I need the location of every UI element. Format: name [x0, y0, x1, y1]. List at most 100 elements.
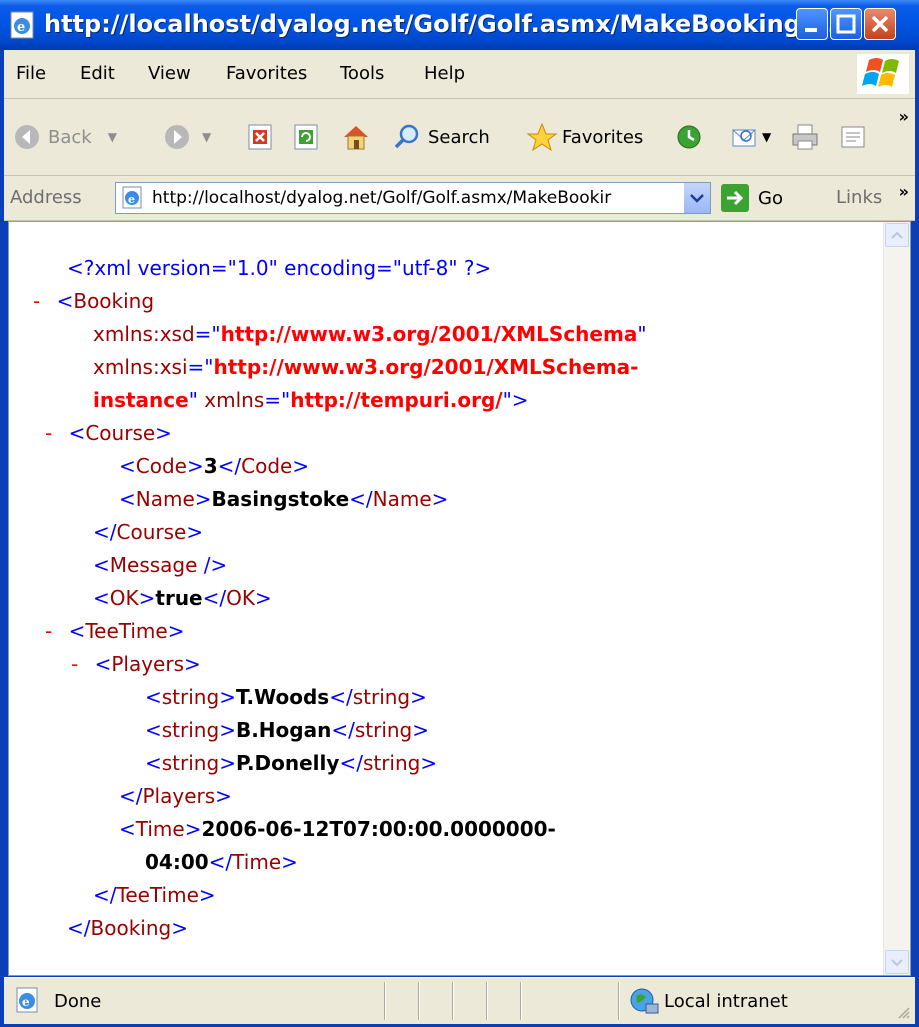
close-icon	[871, 15, 889, 33]
xml-player: <string>B.Hogan</string>	[145, 718, 430, 742]
menu-favorites[interactable]: Favorites	[226, 63, 307, 84]
svg-text:e: e	[22, 995, 30, 1009]
menu-view[interactable]: View	[148, 63, 191, 84]
refresh-button[interactable]	[292, 117, 322, 157]
chevron-down-icon	[690, 194, 704, 203]
favorites-label: Favorites	[562, 126, 644, 148]
chevron-up-icon	[891, 231, 903, 239]
home-button[interactable]	[340, 117, 372, 157]
back-arrow-icon	[15, 125, 39, 149]
xml-player: <string>T.Woods</string>	[145, 685, 427, 709]
maximize-button[interactable]	[830, 8, 862, 40]
go-arrow-icon	[721, 184, 749, 212]
close-button[interactable]	[864, 8, 896, 40]
scroll-up-button[interactable]	[885, 223, 909, 247]
xml-time-cont: 04:00</Time>	[145, 850, 298, 874]
ie-page-icon: e	[16, 987, 38, 1013]
search-icon	[394, 124, 419, 149]
status-separator	[384, 982, 386, 1020]
edit-button[interactable]	[838, 117, 868, 157]
minimize-icon	[805, 28, 817, 32]
menu-file[interactable]: File	[16, 63, 46, 84]
history-button[interactable]	[674, 117, 704, 157]
go-button[interactable]: Go	[720, 182, 783, 214]
star-icon	[526, 122, 558, 152]
print-button[interactable]	[790, 117, 820, 157]
xml-attr-xsd: xmlns:xsd="http://www.w3.org/2001/XMLSch…	[93, 322, 647, 346]
toolbar-overflow-icon[interactable]: »	[899, 107, 909, 126]
xml-booking-open: - <Booking	[33, 289, 155, 313]
title-bar[interactable]: e http://localhost/dyalog.net/Golf/Golf.…	[0, 0, 919, 50]
back-label: Back	[48, 126, 92, 148]
refresh-icon	[294, 124, 318, 150]
xml-course-open: - <Course>	[45, 421, 172, 445]
menu-help[interactable]: Help	[424, 63, 465, 84]
scroll-down-button[interactable]	[885, 950, 909, 974]
ie-page-icon: e	[122, 186, 142, 209]
mail-icon	[732, 129, 756, 147]
collapse-toggle[interactable]: -	[45, 619, 52, 643]
address-dropdown-button[interactable]	[683, 183, 710, 213]
security-zone: Local intranet	[664, 991, 788, 1012]
go-label: Go	[758, 187, 783, 209]
address-value: http://localhost/dyalog.net/Golf/Golf.as…	[152, 188, 612, 208]
svg-text:e: e	[128, 193, 135, 206]
print-icon	[792, 124, 818, 150]
globe-network-icon	[630, 988, 659, 1014]
windows-logo-icon	[857, 54, 909, 94]
stop-button[interactable]	[246, 117, 276, 157]
status-bar: e Done Local intranet	[4, 977, 915, 1024]
status-text: Done	[54, 991, 102, 1012]
xml-booking-close: </Booking>	[67, 916, 188, 940]
stop-icon	[248, 124, 272, 150]
collapse-toggle[interactable]: -	[45, 421, 52, 445]
xml-teetime-close: </TeeTime>	[93, 883, 216, 907]
back-dropdown-icon[interactable]: ▼	[108, 130, 117, 144]
history-icon	[677, 125, 701, 149]
browser-window: e http://localhost/dyalog.net/Golf/Golf.…	[0, 0, 919, 1027]
xml-message: <Message />	[93, 553, 228, 577]
forward-button[interactable]: ▼	[162, 117, 211, 157]
links-overflow-icon[interactable]: »	[899, 182, 909, 201]
links-button[interactable]: Links	[836, 187, 882, 208]
svg-text:e: e	[17, 20, 25, 35]
address-input[interactable]: e http://localhost/dyalog.net/Golf/Golf.…	[115, 182, 711, 214]
xml-course-close: </Course>	[93, 520, 204, 544]
home-icon	[344, 126, 368, 150]
chevron-down-icon	[891, 959, 903, 967]
menu-edit[interactable]: Edit	[80, 63, 115, 84]
mail-button[interactable]: ▼	[730, 117, 771, 157]
maximize-icon	[836, 14, 856, 34]
vertical-scrollbar[interactable]	[883, 222, 910, 975]
mail-dropdown-icon[interactable]: ▼	[762, 130, 771, 144]
forward-arrow-icon	[165, 125, 189, 149]
xml-players-open: - <Players>	[71, 652, 201, 676]
xml-ok: <OK>true</OK>	[93, 586, 272, 610]
forward-dropdown-icon[interactable]: ▼	[202, 130, 211, 144]
document-view[interactable]: <?xml version="1.0" encoding="utf-8" ?> …	[8, 221, 911, 976]
status-separator	[618, 982, 620, 1020]
xml-attr-xsi: xmlns:xsi="http://www.w3.org/2001/XMLSch…	[93, 355, 639, 379]
resize-grip-icon[interactable]	[897, 1006, 911, 1020]
address-bar: Address e http://localhost/dyalog.net/Go…	[4, 176, 915, 221]
collapse-toggle[interactable]: -	[71, 652, 78, 676]
xml-player: <string>P.Donelly</string>	[145, 751, 438, 775]
search-button[interactable]: Search	[392, 117, 490, 157]
status-separator	[486, 982, 488, 1020]
favorites-button[interactable]: Favorites	[526, 117, 643, 157]
xml-code: <Code>3</Code>	[119, 454, 310, 478]
edit-page-icon	[841, 126, 865, 148]
ie-page-icon: e	[10, 11, 34, 39]
status-separator	[520, 982, 522, 1020]
collapse-toggle[interactable]: -	[33, 289, 40, 313]
xml-time: <Time>2006-06-12T07:00:00.0000000-	[119, 817, 556, 841]
xml-name: <Name>Basingstoke</Name>	[119, 487, 449, 511]
back-button[interactable]: Back ▼	[12, 117, 117, 157]
xml-declaration: <?xml version="1.0" encoding="utf-8" ?>	[67, 256, 492, 280]
search-label: Search	[428, 126, 490, 148]
menu-tools[interactable]: Tools	[340, 63, 384, 84]
window-title: http://localhost/dyalog.net/Golf/Golf.as…	[44, 10, 837, 38]
menu-bar: File Edit View Favorites Tools Help	[4, 50, 915, 99]
minimize-button[interactable]	[796, 8, 828, 40]
xml-teetime-open: - <TeeTime>	[45, 619, 185, 643]
